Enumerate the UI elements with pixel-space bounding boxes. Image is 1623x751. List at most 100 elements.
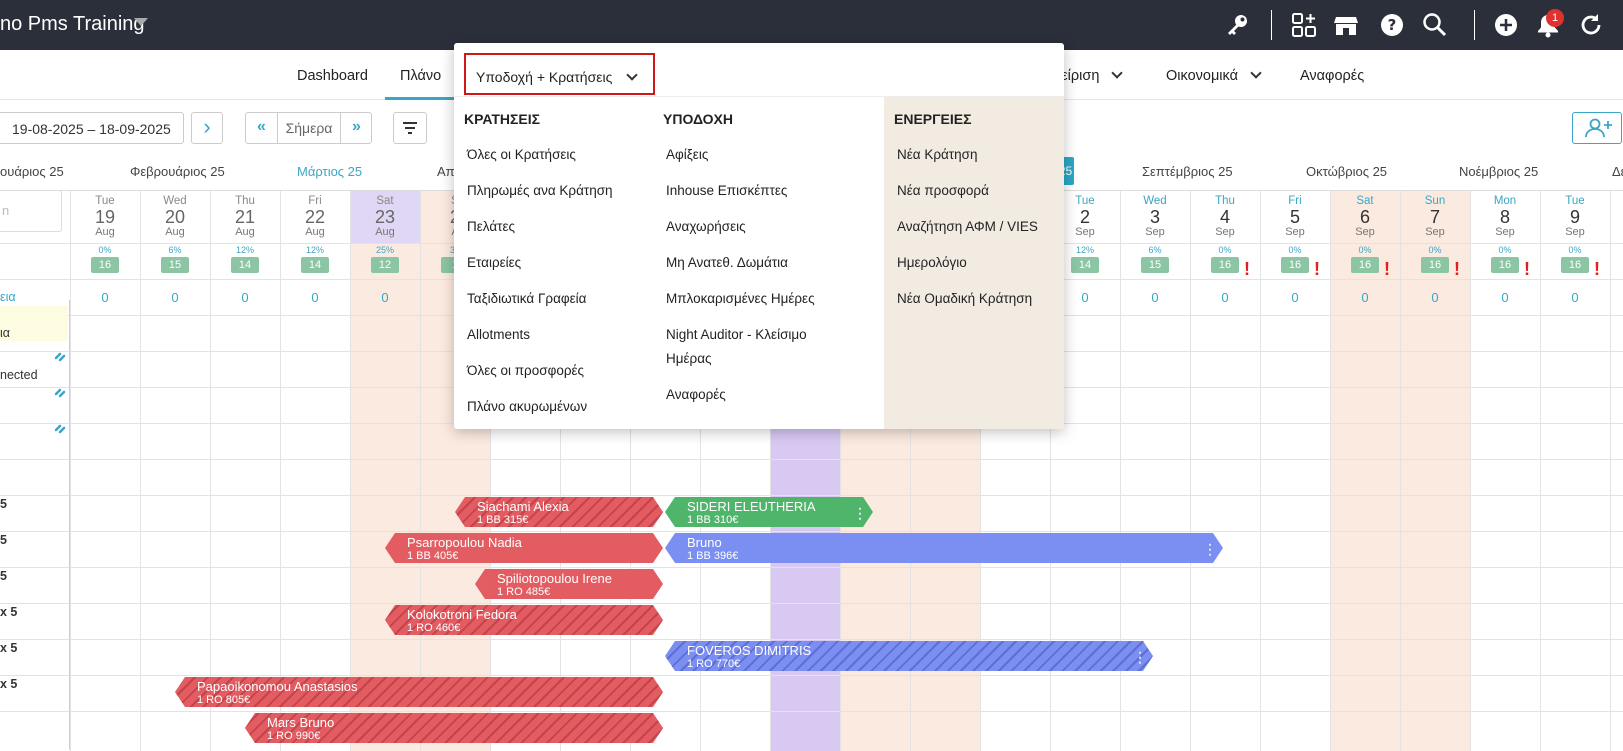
menu-item-customers[interactable]: Πελάτες	[467, 219, 515, 234]
menu-item-reports[interactable]: Αναφορές	[666, 387, 726, 402]
booking-bar[interactable]: Kolokotroni Fedora 1 RO 460€	[385, 605, 663, 635]
booking-details: 1 BB 405€	[407, 550, 459, 562]
property-caret-icon[interactable]	[134, 18, 148, 26]
room-label[interactable]: 5	[0, 569, 7, 583]
day-header[interactable]: Tue 9 Sep	[1540, 190, 1610, 242]
room-label[interactable]: x 5	[0, 677, 17, 691]
month-november[interactable]: Νοέμβριος 25	[1459, 164, 1538, 179]
day-header[interactable]: Wed 3 Sep	[1120, 190, 1190, 242]
booking-details: 1 RO 805€	[197, 694, 251, 706]
count-cell: 0	[241, 290, 249, 305]
nav-finance[interactable]: Οικονομικά	[1166, 67, 1262, 84]
day-header[interactable]: Fri 22 Aug	[280, 190, 350, 242]
day-header[interactable]: Sat 6 Sep	[1330, 190, 1400, 242]
count-cell: 0	[1221, 290, 1229, 305]
day-dow: Fri	[308, 195, 322, 207]
room-label[interactable]: εια	[0, 290, 16, 304]
key-icon[interactable]	[1224, 12, 1250, 38]
menu-item-allotments[interactable]: Allotments	[467, 327, 530, 342]
help-icon[interactable]: ?	[1379, 12, 1405, 38]
day-header[interactable]: Thu 21 Aug	[210, 190, 280, 242]
month-october[interactable]: Οκτώβριος 25	[1306, 164, 1387, 179]
menu-item-departures[interactable]: Αναχωρήσεις	[666, 219, 746, 234]
filter-button[interactable]	[393, 112, 427, 144]
menu-item-inhouse-guests[interactable]: Inhouse Επισκέπτες	[666, 183, 787, 198]
menu-item-new-reservation[interactable]: Νέα Κράτηση	[897, 147, 978, 162]
menu-item-all-offers[interactable]: Όλες οι προσφορές	[467, 363, 584, 378]
day-header[interactable]: Sun 7 Sep	[1400, 190, 1470, 242]
today-button[interactable]: Σήμερα	[277, 113, 341, 143]
occupancy-percent: 6%	[168, 245, 182, 255]
day-header[interactable]: Thu 4 Sep	[1190, 190, 1260, 242]
availability-count: 16	[1561, 257, 1589, 273]
day-header[interactable]: Fri 5 Sep	[1260, 190, 1330, 242]
booking-bar[interactable]: Papaoikonomou Anastasios 1 RO 805€	[175, 677, 663, 707]
nav-management[interactable]: ιείριση	[1058, 67, 1124, 84]
room-label[interactable]: 5	[0, 533, 7, 547]
room-label[interactable]: nected	[0, 368, 38, 382]
svg-text:?: ?	[1388, 16, 1397, 34]
menu-item-blocked-days[interactable]: Μπλοκαρισμένες Ημέρες	[666, 291, 815, 306]
room-label[interactable]: x 5	[0, 605, 17, 619]
search-icon[interactable]	[1422, 12, 1448, 38]
nav-dashboard[interactable]: Dashboard	[297, 68, 368, 84]
room-label[interactable]: x 5	[0, 641, 17, 655]
menu-category-select[interactable]: Υποδοχή + Κρατήσεις	[464, 53, 655, 95]
booking-bar[interactable]: Spiliotopoulou Irene 1 RO 485€	[475, 569, 663, 599]
room-search-input[interactable]: n	[0, 190, 62, 232]
prev-fast-button[interactable]: «	[246, 113, 277, 143]
property-name[interactable]: no Pms Training	[0, 13, 145, 36]
menu-item-all-reservations[interactable]: Όλες οι Κρατήσεις	[467, 147, 576, 162]
month-february[interactable]: Φεβρουάριος 25	[130, 164, 225, 179]
nav-reports[interactable]: Αναφορές	[1300, 68, 1364, 84]
occupancy-percent: 12%	[235, 245, 254, 255]
booking-bar[interactable]: Bruno 1 BB 396€ ⋮	[665, 533, 1223, 563]
month-january[interactable]: ουάριος 25	[0, 164, 64, 179]
label-column-divider	[69, 300, 70, 750]
booking-bar[interactable]: SIDERI ELEUTHERIA 1 BB 310€ ⋮	[665, 497, 873, 527]
month-december[interactable]: Δε	[1612, 164, 1623, 179]
menu-item-night-auditor[interactable]: Night Auditor - Κλείσιμο	[666, 327, 807, 342]
store-icon[interactable]	[1333, 12, 1359, 38]
day-header[interactable]: Tue 19 Aug	[70, 190, 140, 242]
refresh-icon[interactable]	[1578, 12, 1604, 38]
menu-item-night-auditor-line2[interactable]: Ημέρας	[666, 351, 712, 366]
day-header[interactable]: Mon 8 Sep	[1470, 190, 1540, 242]
more-options-icon[interactable]: ⋮	[853, 505, 867, 522]
apps-add-icon[interactable]	[1291, 12, 1317, 38]
day-dow: Tue	[95, 195, 115, 207]
add-circle-icon[interactable]	[1493, 12, 1519, 38]
menu-item-unassigned-rooms[interactable]: Μη Ανατεθ. Δωμάτια	[666, 255, 788, 270]
more-options-icon[interactable]: ⋮	[1203, 541, 1217, 558]
booking-bar[interactable]: Siachami Alexia 1 BB 315€	[455, 497, 663, 527]
month-march[interactable]: Μάρτιος 25	[297, 164, 362, 179]
menu-item-calendar[interactable]: Ημερολόγιο	[897, 255, 967, 270]
add-guest-button[interactable]	[1572, 112, 1622, 144]
month-september[interactable]: Σεπτέμβριος 25	[1142, 164, 1233, 179]
availability-count: 16	[1351, 257, 1379, 273]
menu-item-companies[interactable]: Εταιρείες	[467, 255, 521, 270]
menu-item-cancelled-plan[interactable]: Πλάνο ακυρωμένων	[467, 399, 587, 414]
room-label[interactable]: ια	[0, 326, 10, 340]
occupancy-percent: 0%	[1218, 245, 1232, 255]
menu-item-payments-per-reservation[interactable]: Πληρωμές ανα Κράτηση	[467, 183, 613, 198]
booking-bar[interactable]: FOVEROS DIMITRIS 1 RO 770€ ⋮	[665, 641, 1153, 671]
link-icon	[54, 424, 66, 434]
next-fast-button[interactable]: »	[341, 113, 372, 143]
menu-item-new-offer[interactable]: Νέα προσφορά	[897, 183, 989, 198]
booking-bar[interactable]: Mars Bruno 1 RO 990€	[245, 713, 663, 743]
day-header[interactable]: Sat 23 Aug	[350, 190, 420, 242]
day-header[interactable]: Wed 20 Aug	[140, 190, 210, 242]
more-options-icon[interactable]: ⋮	[1133, 649, 1147, 666]
menu-item-arrivals[interactable]: Αφίξεις	[666, 147, 708, 162]
date-range-picker[interactable]: 19-08-2025 – 18-09-2025	[0, 112, 184, 144]
nav-plano[interactable]: Πλάνο	[400, 68, 441, 84]
next-period-button[interactable]: ›	[191, 112, 223, 144]
menu-item-travel-agencies[interactable]: Ταξιδιωτικά Γραφεία	[467, 291, 586, 306]
booking-bar[interactable]: Psarropoulou Nadia 1 BB 405€	[385, 533, 663, 563]
menu-item-vat-search[interactable]: Αναζήτηση ΑΦΜ / VIES	[897, 219, 1038, 234]
menu-item-new-group-reservation[interactable]: Νέα Ομαδική Κράτηση	[897, 291, 1032, 306]
day-number: 3	[1149, 207, 1160, 227]
room-label[interactable]: 5	[0, 497, 7, 511]
count-cell: 0	[1431, 290, 1439, 305]
